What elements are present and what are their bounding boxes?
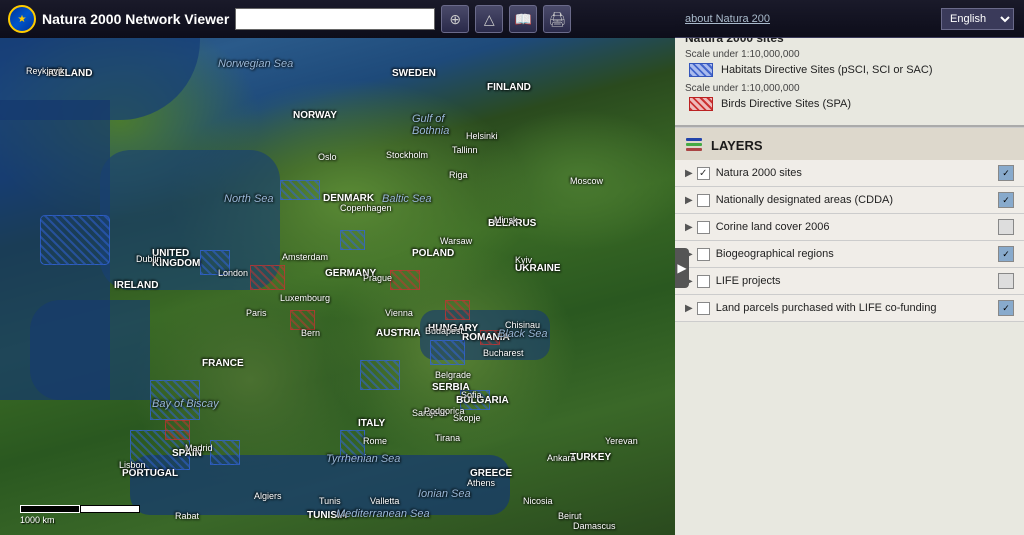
search-input[interactable] xyxy=(235,8,435,30)
layer-checkbox-3[interactable] xyxy=(697,248,710,261)
layer-expand-arrow-0[interactable]: ▶ xyxy=(685,168,693,179)
layer-toggle-4[interactable] xyxy=(998,273,1014,289)
birds-site-france-sw xyxy=(165,420,190,440)
scale-seg-2 xyxy=(80,505,140,513)
natura-site-france-w xyxy=(150,380,200,420)
layer-toggle-1[interactable]: ✓ xyxy=(998,192,1014,208)
birds-site-germany xyxy=(250,265,285,290)
natura-site-uk-west xyxy=(40,215,110,265)
legend-scale-1: Scale under 1:10,000,000 xyxy=(685,49,1014,60)
layer-checkbox-1[interactable] xyxy=(697,194,710,207)
layer-name-1: Nationally designated areas (CDDA) xyxy=(716,194,998,206)
layers-list: ▶Natura 2000 sites✓▶Nationally designate… xyxy=(675,160,1024,322)
scale-bar: 1000 km xyxy=(20,505,140,525)
habitats-label: Habitats Directive Sites (pSCI, SCI or S… xyxy=(721,64,933,76)
birds-site-poland xyxy=(390,270,420,290)
scale-text: 1000 km xyxy=(20,515,55,525)
layer-toggle-2[interactable] xyxy=(998,219,1014,235)
top-bar: ★ Natura 2000 Network Viewer ⊕ △ 📖 🖨 xyxy=(0,0,675,38)
layer-checkbox-4[interactable] xyxy=(697,275,710,288)
layer-name-3: Biogeographical regions xyxy=(716,248,998,260)
layer-row-2[interactable]: ▶ Corine land cover 2006 xyxy=(675,214,1024,241)
layer-row-5[interactable]: ▶ Land parcels purchased with LIFE co-fun… xyxy=(675,295,1024,322)
layer-expand-arrow-1[interactable]: ▶ xyxy=(685,195,693,206)
layer-row-0[interactable]: ▶ Natura 2000 sites✓ xyxy=(675,160,1024,187)
triangle-icon: △ xyxy=(484,11,495,28)
layer-row-1[interactable]: ▶ Nationally designated areas (CDDA)✓ xyxy=(675,187,1024,214)
layer-checkbox-5[interactable] xyxy=(697,302,710,315)
layer-row-3[interactable]: ▶Biogeographical regions✓ xyxy=(675,241,1024,268)
zoom-tool-button[interactable]: ⊕ xyxy=(441,5,469,33)
layer-toggle-3[interactable]: ✓ xyxy=(998,246,1014,262)
layers-icon xyxy=(685,136,703,154)
natura-site-hungary xyxy=(430,340,465,365)
about-link[interactable]: about Natura 200 xyxy=(685,13,770,25)
layer-checkbox-0[interactable] xyxy=(697,167,710,180)
legend-item-birds: Birds Directive Sites (SPA) xyxy=(685,97,1014,111)
layer-expand-arrow-5[interactable]: ▶ xyxy=(685,303,693,314)
natura-site-bulgaria xyxy=(460,390,490,410)
birds-site-ukraine xyxy=(445,300,470,320)
book-icon: 📖 xyxy=(515,11,532,28)
natura-site-spain-e xyxy=(210,440,240,465)
chevron-right-icon: ▶ xyxy=(677,261,686,275)
about-bar: about Natura 200 English Français Deutsc… xyxy=(675,0,1024,38)
app-title: Natura 2000 Network Viewer xyxy=(42,11,229,27)
natura-site-benelux xyxy=(200,250,230,275)
map-container[interactable]: ICELAND NORWAY SWEDEN FINLAND UNITED KIN… xyxy=(0,0,675,535)
layers-title: LAYERS xyxy=(711,138,763,153)
natura-site-italy-s xyxy=(340,430,365,460)
print-icon: 🖨 xyxy=(548,11,566,28)
natura-site-germany-n xyxy=(340,230,365,250)
birds-site-romania xyxy=(480,330,500,345)
legend-item-habitats: Habitats Directive Sites (pSCI, SCI or S… xyxy=(685,63,1014,77)
natura-site-austria xyxy=(360,360,400,390)
layer-checkbox-2[interactable] xyxy=(697,221,710,234)
layer-row-4[interactable]: ▶LIFE projects xyxy=(675,268,1024,295)
habitats-swatch xyxy=(689,63,713,77)
panel-collapse-arrow[interactable]: ▶ xyxy=(675,248,689,288)
measure-tool-button[interactable]: △ xyxy=(475,5,503,33)
layer-name-4: LIFE projects xyxy=(716,275,998,287)
legend-scale-2: Scale under 1:10,000,000 xyxy=(685,83,1014,94)
birds-site-france-ne xyxy=(290,310,315,330)
layer-name-2: Corine land cover 2006 xyxy=(716,221,998,233)
language-selector[interactable]: English Français Deutsch Español Italian… xyxy=(941,8,1014,30)
right-panel: about Natura 200 English Français Deutsc… xyxy=(675,0,1024,535)
ocean-bay-biscay xyxy=(30,300,150,400)
layers-header: LAYERS xyxy=(675,127,1024,160)
birds-swatch xyxy=(689,97,713,111)
layer-toggle-5[interactable]: ✓ xyxy=(998,300,1014,316)
birds-label: Birds Directive Sites (SPA) xyxy=(721,98,851,110)
crosshair-icon: ⊕ xyxy=(449,11,461,28)
print-tool-button[interactable]: 🖨 xyxy=(543,5,571,33)
layer-name-5: Land parcels purchased with LIFE co-fund… xyxy=(716,302,998,314)
scale-seg-1 xyxy=(20,505,80,513)
app-logo: ★ xyxy=(8,5,36,33)
layers-section: LAYERS ▶Natura 2000 sites✓▶Nationally de… xyxy=(675,127,1024,535)
app: ICELAND NORWAY SWEDEN FINLAND UNITED KIN… xyxy=(0,0,1024,535)
layer-toggle-0[interactable]: ✓ xyxy=(998,165,1014,181)
natura-site-denmark xyxy=(280,180,320,200)
info-tool-button[interactable]: 📖 xyxy=(509,5,537,33)
layer-expand-arrow-2[interactable]: ▶ xyxy=(685,222,693,233)
layer-name-0: Natura 2000 sites xyxy=(716,167,998,179)
